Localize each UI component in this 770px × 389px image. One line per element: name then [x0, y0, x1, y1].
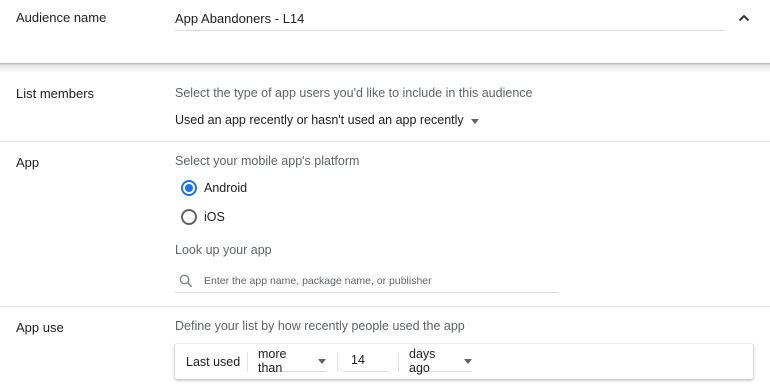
list-members-dropdown[interactable]: Used an app recently or hasn't used an a…	[175, 110, 479, 130]
rule-separator	[247, 352, 248, 372]
caret-down-icon	[318, 359, 326, 364]
audience-name-section: Audience name App Abandoners - L14	[0, 0, 770, 64]
unit-dropdown[interactable]: days ago	[409, 346, 472, 375]
list-members-label: List members	[16, 86, 95, 101]
rule-separator	[337, 352, 338, 372]
audience-name-label: Audience name	[16, 10, 107, 25]
caret-down-icon	[464, 359, 472, 364]
lookup-app-label: Look up your app	[175, 243, 272, 257]
list-members-selected: Used an app recently or hasn't used an a…	[175, 113, 464, 127]
radio-ios-label: iOS	[204, 210, 225, 224]
app-search-placeholder: Enter the app name, package name, or pub…	[204, 274, 432, 287]
caret-down-icon	[470, 118, 479, 124]
section-shadow-divider	[0, 63, 770, 72]
app-section: App Select your mobile app's platform An…	[0, 142, 770, 306]
radio-android[interactable]: Android	[181, 179, 247, 197]
app-use-rule-card: Last used more than 14 days ago	[175, 344, 753, 379]
radio-ios[interactable]: iOS	[181, 208, 225, 226]
chevron-up-icon[interactable]	[736, 10, 752, 26]
list-members-description: Select the type of app users you'd like …	[175, 86, 533, 100]
search-icon	[179, 274, 193, 287]
radio-checked-icon[interactable]	[181, 180, 197, 196]
comparator-dropdown[interactable]: more than	[258, 346, 326, 375]
app-label: App	[16, 155, 40, 170]
rule-separator	[398, 352, 399, 372]
last-used-label: Last used	[186, 355, 241, 369]
list-members-section: List members Select the type of app user…	[0, 73, 770, 141]
audience-name-input[interactable]: App Abandoners - L14	[175, 4, 725, 31]
app-search-input[interactable]: Enter the app name, package name, or pub…	[175, 269, 558, 293]
days-amount-input[interactable]: 14	[343, 350, 387, 372]
radio-unchecked-icon[interactable]	[181, 209, 197, 225]
radio-android-label: Android	[204, 181, 248, 195]
app-use-section: App use Define your list by how recently…	[0, 307, 770, 389]
app-use-label: App use	[16, 320, 64, 335]
audience-name-value: App Abandoners - L14	[175, 11, 305, 26]
unit-value: days ago	[409, 346, 436, 375]
comparator-value: more than	[258, 346, 287, 375]
platform-description: Select your mobile app's platform	[175, 154, 360, 168]
days-amount-value: 14	[351, 353, 365, 367]
app-use-description: Define your list by how recently people …	[175, 319, 465, 333]
